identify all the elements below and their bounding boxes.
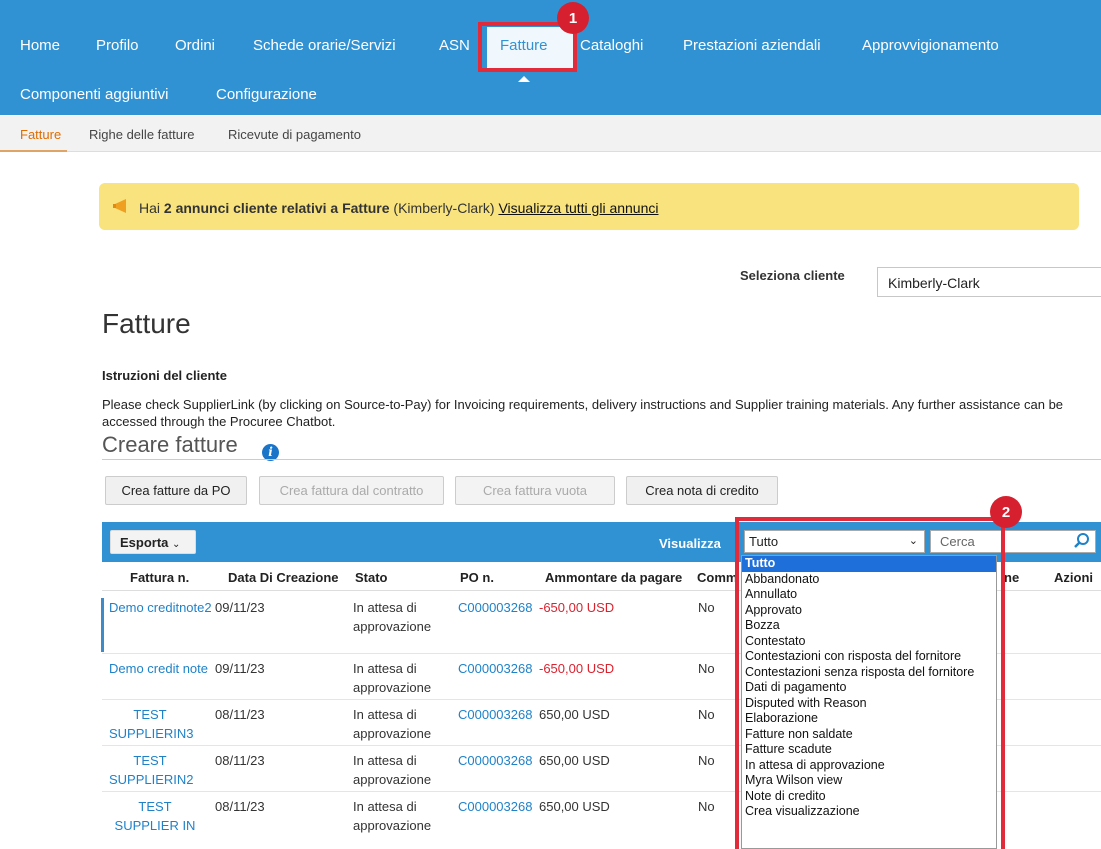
- po-link[interactable]: C000003268: [458, 751, 532, 770]
- nav-asn[interactable]: ASN: [439, 37, 470, 54]
- create-blank-invoice-button[interactable]: Crea fattura vuota: [455, 476, 615, 505]
- chevron-down-icon: ⌄: [172, 539, 181, 550]
- callout-badge-2: 2: [990, 496, 1022, 528]
- col-invoice[interactable]: Fattura n.: [130, 570, 189, 585]
- create-invoices-title: Creare fatture: [102, 432, 238, 457]
- instructions-text: Please check SupplierLink (by clicking o…: [102, 397, 1064, 429]
- callout-badge-1: 1: [557, 2, 589, 34]
- instructions-heading: Istruzioni del cliente: [102, 368, 227, 383]
- highlight-box-2: [735, 517, 1005, 849]
- col-actions: Azioni: [1054, 570, 1093, 585]
- nav-ordini[interactable]: Ordini: [175, 37, 215, 54]
- comm-cell: No: [698, 661, 715, 676]
- po-link[interactable]: C000003268: [458, 659, 532, 678]
- subnav-ricevute[interactable]: Ricevute di pagamento: [228, 127, 361, 142]
- comm-cell: No: [698, 753, 715, 768]
- create-from-po-button[interactable]: Crea fatture da PO: [105, 476, 247, 505]
- status-cell: In attesa di approvazione: [353, 799, 432, 833]
- invoice-link[interactable]: Demo credit note: [109, 659, 208, 678]
- nav-home[interactable]: Home: [20, 37, 60, 54]
- col-status[interactable]: Stato: [355, 570, 388, 585]
- announcement-banner: Hai 2 annunci cliente relativi a Fatture…: [99, 183, 1079, 230]
- amount-cell: -650,00 USD: [539, 661, 615, 676]
- amount-cell: 650,00 USD: [539, 707, 610, 722]
- nav-approvvigionamento[interactable]: Approvvigionamento: [862, 37, 999, 54]
- date-cell: 08/11/23: [215, 707, 265, 722]
- nav-prestazioni[interactable]: Prestazioni aziendali: [683, 37, 821, 54]
- col-amount[interactable]: Ammontare da pagare: [545, 570, 682, 585]
- date-cell: 09/11/23: [215, 661, 265, 676]
- comm-cell: No: [698, 799, 715, 814]
- nav-profilo[interactable]: Profilo: [96, 37, 139, 54]
- amount-cell: -650,00 USD: [539, 600, 615, 615]
- col-partial[interactable]: ne: [1004, 570, 1019, 585]
- col-po[interactable]: PO n.: [460, 570, 494, 585]
- customer-label: Seleziona cliente: [740, 268, 845, 283]
- view-label: Visualizza: [659, 536, 721, 551]
- date-cell: 08/11/23: [215, 753, 265, 768]
- section-divider: [102, 459, 1101, 460]
- search-icon[interactable]: [1073, 532, 1091, 550]
- active-caret: [518, 76, 530, 82]
- comm-cell: No: [698, 707, 715, 722]
- comm-cell: No: [698, 600, 715, 615]
- amount-cell: 650,00 USD: [539, 753, 610, 768]
- export-button[interactable]: Esporta ⌄: [110, 530, 196, 554]
- banner-text: Hai 2 annunci cliente relativi a Fatture…: [139, 200, 659, 216]
- po-link[interactable]: C000003268: [458, 598, 532, 617]
- date-cell: 08/11/23: [215, 799, 265, 814]
- invoice-link[interactable]: Demo creditnote2: [109, 598, 212, 617]
- nav-schede-orarie[interactable]: Schede orarie/Servizi: [253, 37, 396, 54]
- col-comm[interactable]: Comm: [697, 570, 737, 585]
- col-date[interactable]: Data Di Creazione: [228, 570, 339, 585]
- subnav-underline: [0, 150, 67, 152]
- status-cell: In attesa di approvazione: [353, 707, 432, 741]
- invoice-link[interactable]: TEST SUPPLIERIN2: [109, 751, 194, 789]
- customer-select[interactable]: Kimberly-Clark: [877, 267, 1101, 297]
- status-cell: In attesa di approvazione: [353, 753, 432, 787]
- create-from-contract-button[interactable]: Crea fattura dal contratto: [259, 476, 444, 505]
- nav-componenti[interactable]: Componenti aggiuntivi: [20, 86, 168, 103]
- date-cell: 09/11/23: [215, 600, 265, 615]
- view-announcements-link[interactable]: Visualizza tutti gli annunci: [498, 200, 658, 216]
- page-title: Fatture: [102, 308, 191, 339]
- invoice-link[interactable]: TEST SUPPLIER IN: [109, 797, 201, 835]
- po-link[interactable]: C000003268: [458, 797, 532, 816]
- status-cell: In attesa di approvazione: [353, 661, 432, 695]
- subnav-righe[interactable]: Righe delle fatture: [89, 127, 195, 142]
- create-credit-note-button[interactable]: Crea nota di credito: [626, 476, 778, 505]
- nav-configurazione[interactable]: Configurazione: [216, 86, 317, 103]
- status-cell: In attesa di approvazione: [353, 600, 432, 634]
- subnav-fatture[interactable]: Fatture: [20, 127, 61, 142]
- amount-cell: 650,00 USD: [539, 799, 610, 814]
- megaphone-icon: [113, 199, 126, 213]
- sub-nav: Fatture Righe delle fatture Ricevute di …: [0, 116, 1101, 152]
- invoice-link[interactable]: TEST SUPPLIERIN3: [109, 705, 194, 743]
- po-link[interactable]: C000003268: [458, 705, 532, 724]
- nav-cataloghi[interactable]: Cataloghi: [580, 37, 643, 54]
